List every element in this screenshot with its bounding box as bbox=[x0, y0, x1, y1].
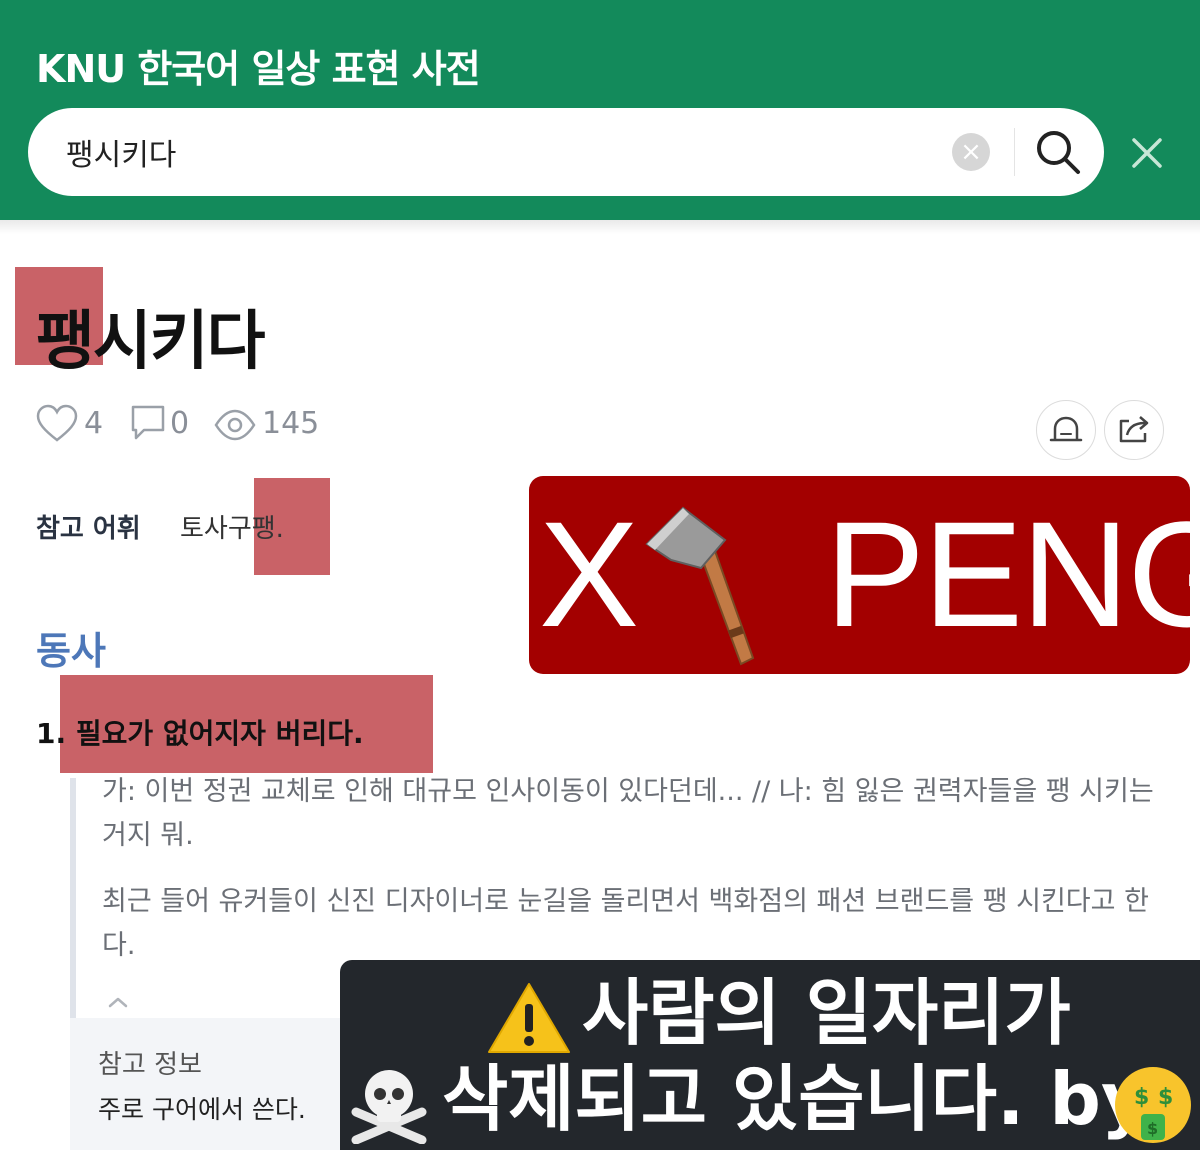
app-title: KNU 한국어 일상 표현 사전 bbox=[36, 47, 481, 91]
example-sentence: 최근 들어 유커들이 신진 디자이너로 눈길을 돌리면서 백화점의 패션 브랜드… bbox=[102, 886, 1149, 961]
sense-number: 1. bbox=[36, 717, 67, 750]
heart-icon[interactable] bbox=[36, 404, 78, 444]
info-title: 참고 정보 bbox=[98, 1050, 202, 1080]
warning-line-1: 사람의 일자리가 bbox=[486, 972, 1071, 1054]
peng-banner: X PENG bbox=[529, 476, 1200, 674]
example-sentence: 가: 이번 정권 교체로 인해 대규모 인사이동이 있다던데... // 나: … bbox=[102, 776, 1154, 851]
svg-text:$: $ bbox=[1158, 1085, 1173, 1110]
search-divider bbox=[1014, 128, 1015, 176]
clear-icon: × bbox=[960, 137, 982, 167]
reference-info-box: 참고 정보 주로 구어에서 쓴다. bbox=[70, 1018, 360, 1150]
warning-line-2: 삭제되고 있습니다. by bbox=[346, 1058, 1148, 1140]
svg-text:$: $ bbox=[1134, 1085, 1149, 1110]
search-input[interactable] bbox=[66, 128, 926, 176]
share-button[interactable] bbox=[1104, 400, 1164, 460]
sense-definition: 1. 필요가 없어지자 버리다. bbox=[36, 712, 364, 752]
warning-banner: 사람의 일자리가 삭제되고 있습니다. by $ $ $ bbox=[340, 960, 1200, 1150]
comments-count: 0 bbox=[170, 406, 190, 441]
views-count: 145 bbox=[262, 406, 320, 441]
info-text: 주로 구어에서 쓴다. bbox=[98, 1095, 306, 1124]
close-button[interactable] bbox=[1124, 130, 1170, 176]
ref-vocab-label: 참고 어휘 bbox=[36, 514, 141, 544]
eye-icon bbox=[214, 409, 256, 441]
search-button[interactable] bbox=[1032, 126, 1084, 178]
likes-count: 4 bbox=[84, 406, 104, 441]
siren-icon bbox=[1049, 416, 1083, 442]
part-of-speech: 동사 bbox=[36, 629, 106, 673]
header-shadow bbox=[0, 220, 1200, 234]
example-bar bbox=[70, 778, 76, 1018]
app-header: KNU 한국어 일상 표현 사전 × bbox=[0, 0, 1200, 220]
chevron-up-icon[interactable] bbox=[106, 994, 130, 1010]
word-title: 팽시키다 bbox=[36, 305, 266, 379]
warning-text-2: 삭제되고 있습니다. by bbox=[442, 1057, 1148, 1141]
report-button[interactable] bbox=[1036, 400, 1096, 460]
close-icon bbox=[1132, 138, 1162, 168]
sense-text: 필요가 없어지자 버리다. bbox=[75, 717, 364, 750]
warning-text-1: 사람의 일자리가 bbox=[582, 971, 1071, 1055]
search-icon bbox=[1037, 131, 1080, 174]
money-mouth-face-icon: $ $ $ bbox=[1115, 1067, 1191, 1143]
search-box[interactable]: × bbox=[28, 108, 1104, 196]
ref-vocab-link[interactable]: 토사구팽. bbox=[180, 508, 284, 545]
clear-search-button[interactable]: × bbox=[952, 133, 990, 171]
axe-icon bbox=[645, 506, 755, 666]
comment-icon[interactable] bbox=[130, 404, 166, 442]
share-icon bbox=[1119, 416, 1149, 443]
peng-x-text: X bbox=[539, 490, 640, 658]
peng-text: PENG bbox=[825, 490, 1200, 658]
svg-text:$: $ bbox=[1147, 1119, 1158, 1138]
